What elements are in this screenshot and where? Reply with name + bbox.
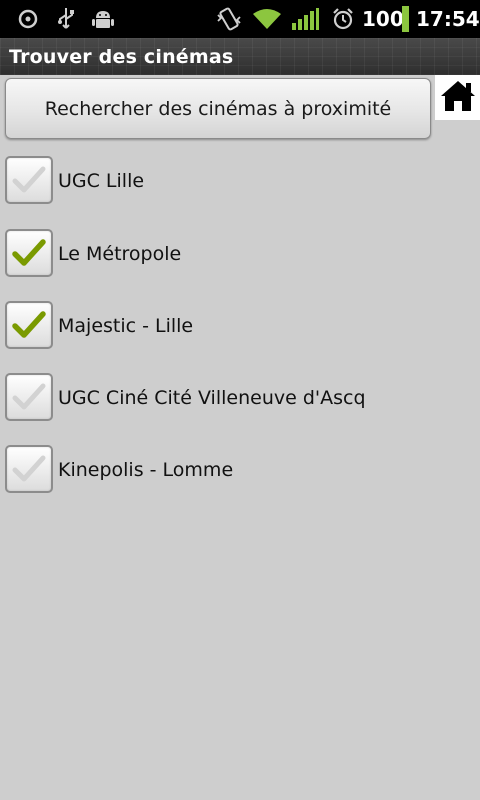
cinema-checkbox[interactable] (5, 445, 53, 493)
cinema-checkbox[interactable] (5, 156, 53, 204)
status-clock: 17:54 (416, 7, 480, 31)
checkmark-icon (12, 383, 46, 410)
cinema-name: UGC Ciné Cité Villeneuve d'Ascq (58, 387, 366, 409)
sync-icon (14, 0, 42, 38)
search-nearby-cinemas-button[interactable]: Rechercher des cinémas à proximité (5, 78, 431, 139)
cinema-checkbox[interactable] (5, 229, 53, 277)
home-icon (439, 78, 477, 118)
cinema-checkbox[interactable] (5, 301, 53, 349)
alarm-icon (328, 0, 358, 38)
cinema-checkbox[interactable] (5, 373, 53, 421)
home-button[interactable] (435, 75, 480, 120)
cinema-name: UGC Lille (58, 170, 145, 192)
cinema-name: Majestic - Lille (58, 315, 194, 337)
signal-icon (288, 0, 322, 38)
cinema-list-item[interactable]: UGC Ciné Cité Villeneuve d'Ascq (0, 368, 480, 428)
battery-level: 100 (362, 7, 404, 31)
cinema-list-item[interactable]: Kinepolis - Lomme (0, 440, 480, 500)
checkmark-icon (12, 166, 46, 193)
vibrate-icon (212, 0, 246, 38)
wifi-icon (250, 0, 284, 38)
cinema-name: Kinepolis - Lomme (58, 459, 234, 481)
title-bar: Trouver des cinémas (0, 38, 480, 75)
checkmark-icon (12, 311, 46, 338)
usb-icon (52, 0, 80, 38)
android-debug-icon (88, 0, 118, 38)
checkmark-icon (12, 455, 46, 482)
battery-icon (400, 0, 410, 38)
cinema-name: Le Métropole (58, 243, 182, 265)
status-bar: 100 17:54 (0, 0, 480, 38)
checkmark-icon (12, 239, 46, 266)
cinema-list-item[interactable]: UGC Lille (0, 151, 480, 211)
cinema-list-item[interactable]: Majestic - Lille (0, 296, 480, 356)
page-title: Trouver des cinémas (9, 45, 234, 68)
cinema-list-item[interactable]: Le Métropole (0, 224, 480, 284)
